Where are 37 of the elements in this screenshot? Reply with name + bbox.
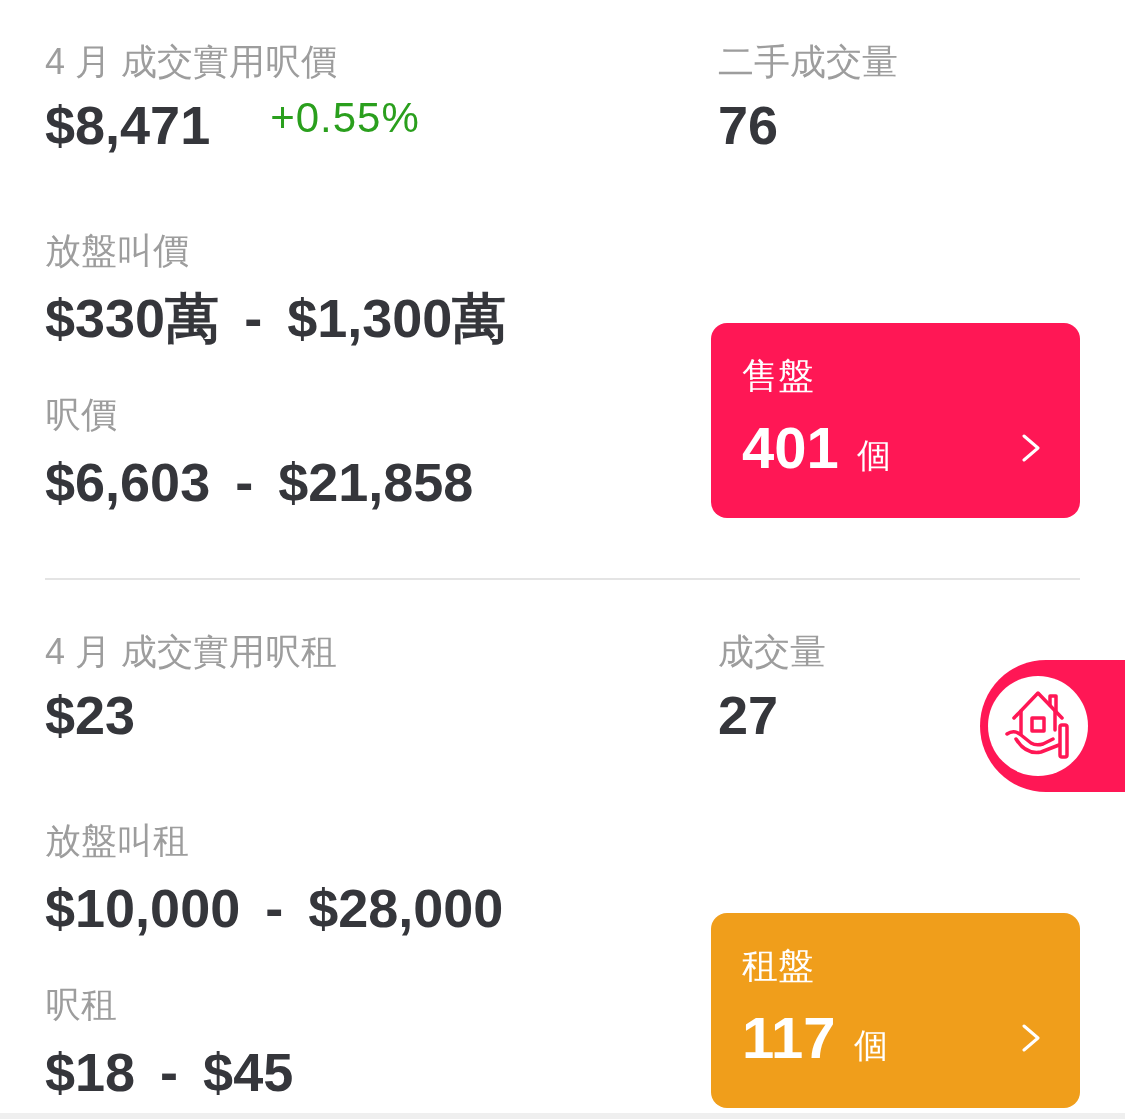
range-label: 呎租 [45, 985, 117, 1025]
range-min: $330萬 [45, 288, 220, 348]
range-max: $1,300萬 [287, 288, 507, 348]
house-in-hand-icon [988, 676, 1088, 776]
listings-card[interactable]: 租盤 117 個 [711, 913, 1080, 1108]
stat-value: 27 [718, 685, 779, 745]
stat-label: 二手成交量 [718, 42, 898, 82]
stat-label: 4 月 成交實用呎租 [45, 632, 338, 672]
stat-value: 76 [718, 95, 779, 155]
listing-count: 117 [742, 1008, 836, 1068]
listings-card[interactable]: 售盤 401 個 [711, 323, 1080, 518]
stat-label: 4 月 成交實用呎價 [45, 42, 338, 82]
range-label: 放盤叫租 [45, 821, 189, 861]
range-separator: - [244, 288, 263, 348]
listing-count: 401 [742, 418, 839, 478]
card-title: 租盤 [742, 946, 815, 986]
floating-button[interactable] [980, 660, 1125, 792]
change-percentage: +0.55% [270, 93, 420, 143]
range-label: 放盤叫價 [45, 231, 189, 271]
count-unit: 個 [853, 1025, 888, 1065]
range-separator: - [235, 452, 254, 512]
range-min: $6,603 [45, 452, 211, 512]
count-unit: 個 [856, 435, 891, 475]
range-min: $10,000 [45, 878, 241, 938]
range-separator: - [265, 878, 284, 938]
chevron-right-icon [1022, 1024, 1040, 1052]
range-max: $45 [203, 1042, 294, 1102]
stat-value: $8,471 [45, 95, 211, 155]
range-label: 呎價 [45, 395, 117, 435]
range-max: $21,858 [278, 452, 474, 512]
chevron-right-icon [1022, 434, 1040, 462]
card-title: 售盤 [742, 356, 815, 396]
stat-value: $23 [45, 685, 136, 745]
range-min: $18 [45, 1042, 136, 1102]
range-separator: - [160, 1042, 179, 1102]
stat-label: 成交量 [718, 632, 826, 672]
range-max: $28,000 [308, 878, 504, 938]
